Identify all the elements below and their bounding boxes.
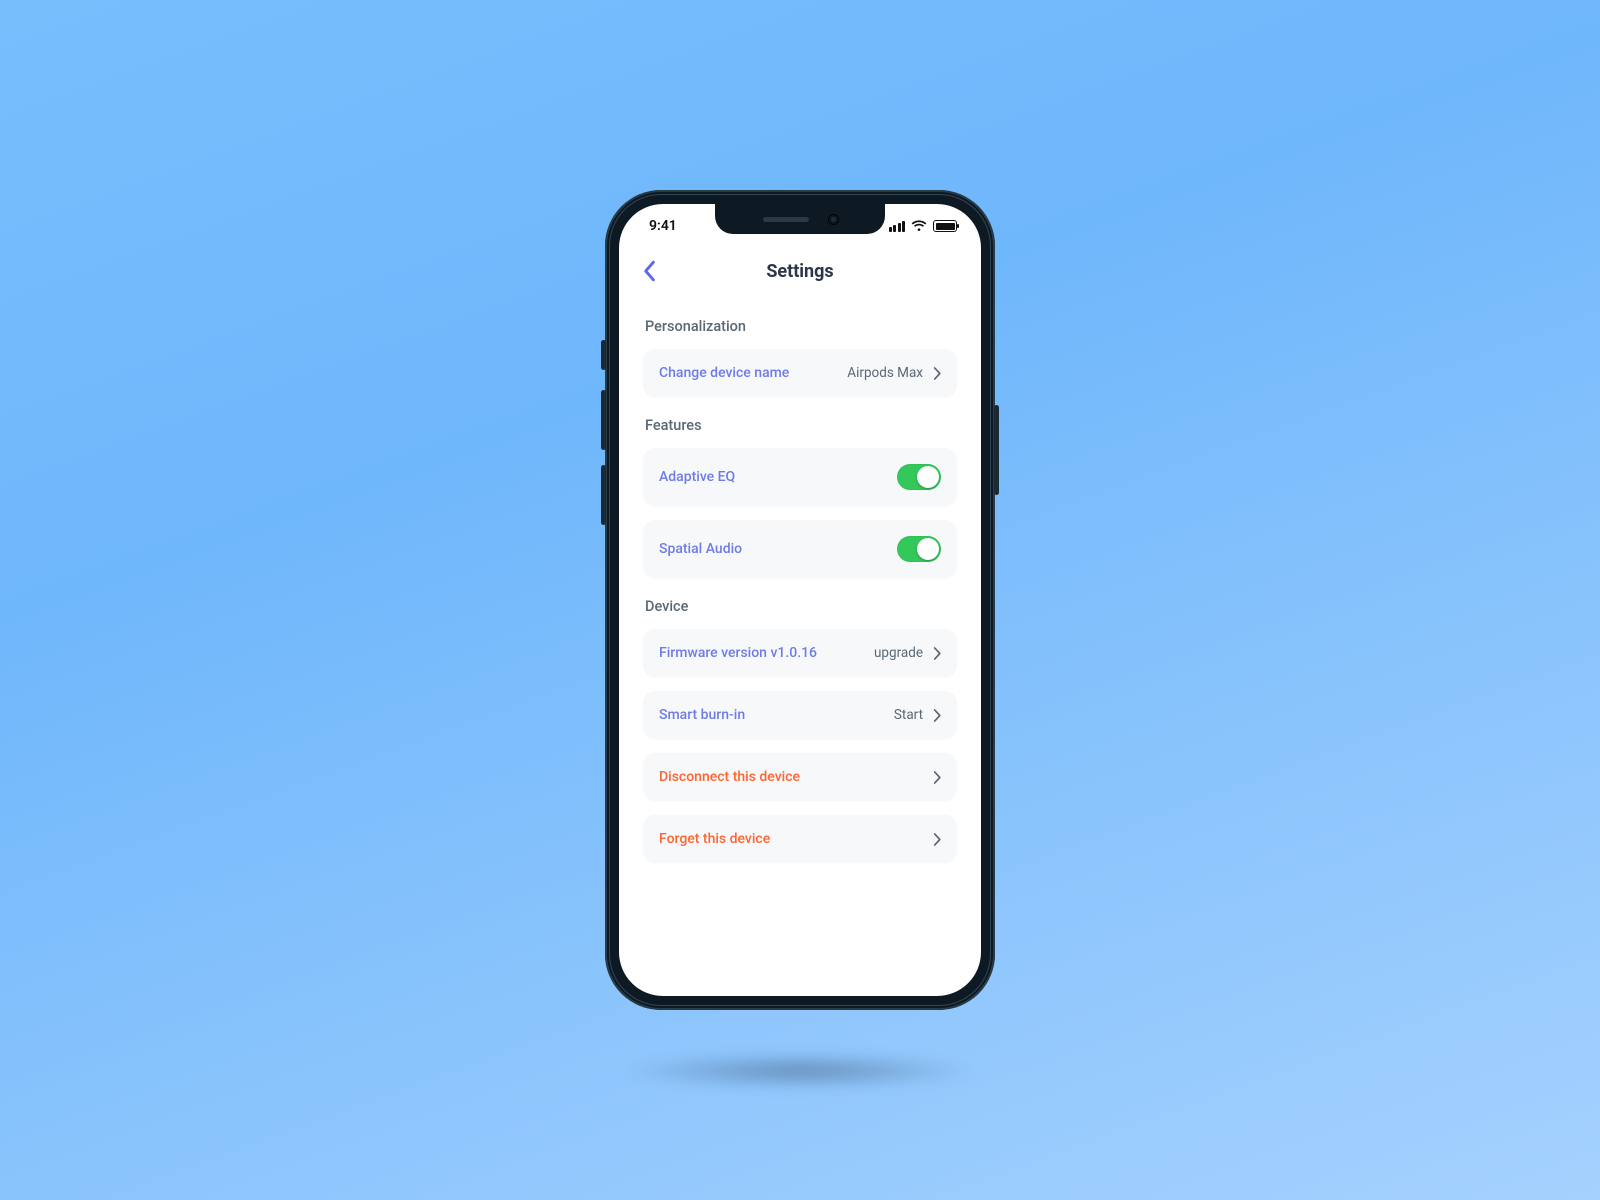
page-title: Settings bbox=[619, 261, 981, 282]
row-spatial-audio: Spatial Audio bbox=[643, 520, 957, 578]
chevron-right-icon bbox=[933, 647, 941, 660]
section-title-features: Features bbox=[645, 417, 955, 434]
screen: 9:41 Settings Personalization Change dev… bbox=[619, 204, 981, 996]
section-title-personalization: Personalization bbox=[645, 318, 955, 335]
row-label: Forget this device bbox=[659, 831, 770, 847]
row-smart-burn-in[interactable]: Smart burn-in Start bbox=[643, 691, 957, 739]
row-value: Start bbox=[894, 707, 923, 723]
row-change-device-name[interactable]: Change device name Airpods Max bbox=[643, 349, 957, 397]
row-label: Spatial Audio bbox=[659, 541, 742, 557]
notch bbox=[715, 204, 885, 234]
row-label: Change device name bbox=[659, 365, 789, 381]
row-label: Disconnect this device bbox=[659, 769, 800, 785]
chevron-right-icon bbox=[933, 367, 941, 380]
row-disconnect-device[interactable]: Disconnect this device bbox=[643, 753, 957, 801]
row-adaptive-eq: Adaptive EQ bbox=[643, 448, 957, 506]
spatial-audio-toggle[interactable] bbox=[897, 536, 941, 562]
row-label: Firmware version v1.0.16 bbox=[659, 645, 817, 661]
row-firmware[interactable]: Firmware version v1.0.16 upgrade bbox=[643, 629, 957, 677]
wifi-icon bbox=[911, 220, 927, 232]
status-time: 9:41 bbox=[649, 218, 677, 234]
section-title-device: Device bbox=[645, 598, 955, 615]
row-label: Smart burn-in bbox=[659, 707, 745, 723]
cellular-signal-icon bbox=[889, 221, 906, 232]
row-forget-device[interactable]: Forget this device bbox=[643, 815, 957, 863]
adaptive-eq-toggle[interactable] bbox=[897, 464, 941, 490]
row-value: upgrade bbox=[874, 645, 923, 661]
chevron-right-icon bbox=[933, 833, 941, 846]
phone-frame: 9:41 Settings Personalization Change dev… bbox=[605, 190, 995, 1010]
row-value: Airpods Max bbox=[847, 365, 923, 381]
nav-bar: Settings bbox=[619, 248, 981, 288]
battery-icon bbox=[933, 220, 957, 232]
chevron-right-icon bbox=[933, 771, 941, 784]
chevron-right-icon bbox=[933, 709, 941, 722]
row-label: Adaptive EQ bbox=[659, 469, 735, 485]
